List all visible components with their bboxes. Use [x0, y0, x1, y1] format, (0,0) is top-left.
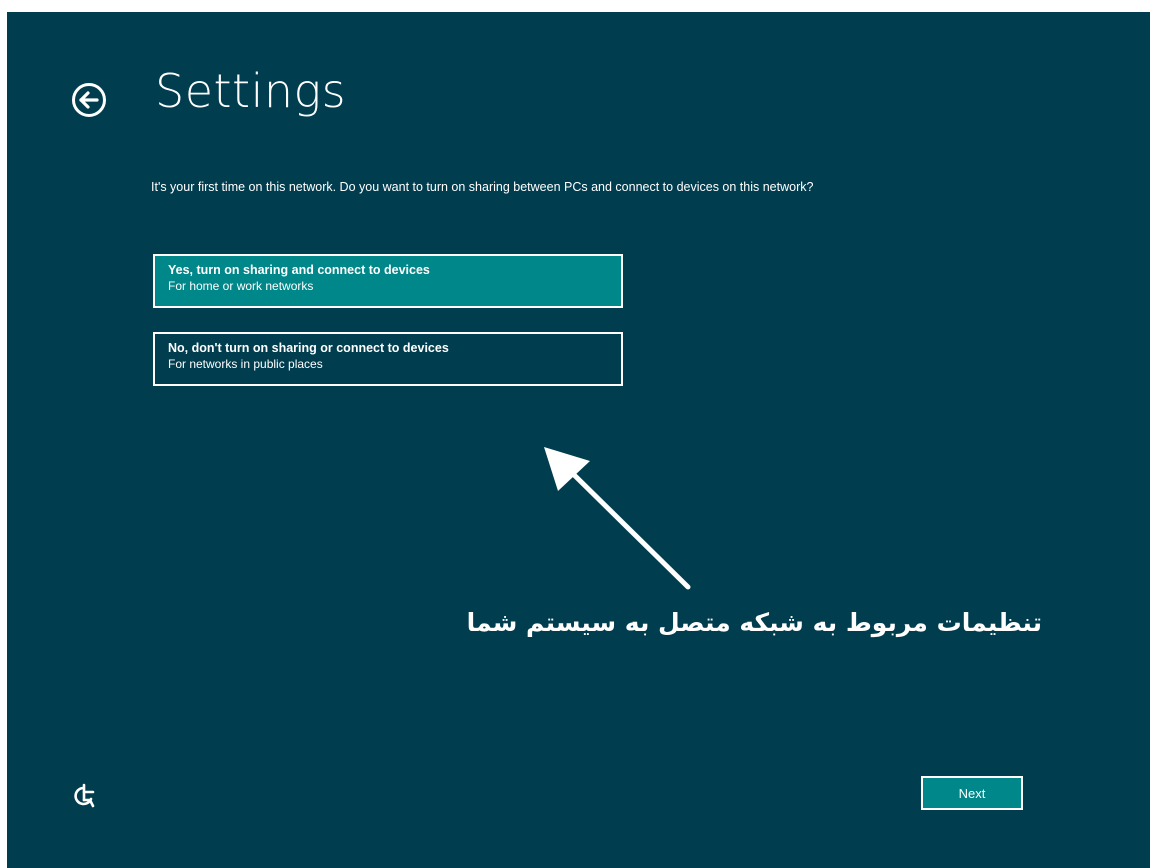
network-sharing-question: It's your first time on this network. Do…: [151, 180, 814, 194]
ease-of-access-icon: [74, 783, 95, 808]
back-arrow-circle-icon: [72, 83, 106, 117]
option-description: For home or work networks: [168, 279, 314, 293]
option-description: For networks in public places: [168, 357, 323, 371]
option-label: No, don't turn on sharing or connect to …: [168, 341, 449, 355]
page-title: Settings: [155, 64, 347, 118]
setup-screen: Settings It's your first time on this ne…: [7, 12, 1150, 868]
annotation-caption: تنظیمات مربوط به شبکه متصل به سیستم شما: [466, 608, 1042, 637]
option-turn-on-sharing[interactable]: Yes, turn on sharing and connect to devi…: [153, 254, 623, 308]
annotation-arrow: [544, 447, 691, 590]
option-dont-turn-on-sharing[interactable]: No, don't turn on sharing or connect to …: [153, 332, 623, 386]
ease-of-access-button[interactable]: [71, 782, 101, 812]
option-label: Yes, turn on sharing and connect to devi…: [168, 263, 430, 277]
back-button[interactable]: [69, 80, 109, 120]
next-button[interactable]: Next: [921, 776, 1023, 810]
